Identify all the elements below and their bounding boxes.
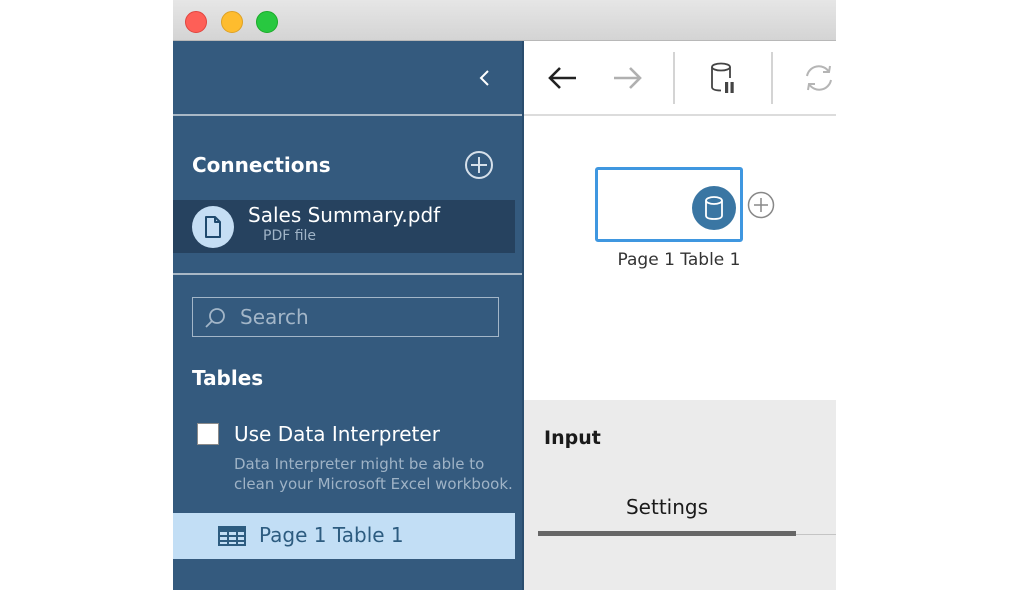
connection-icon-badge <box>192 206 234 248</box>
refresh-button[interactable] <box>802 61 836 95</box>
flow-canvas[interactable]: Page 1 Table 1 <box>524 116 836 400</box>
tab-settings[interactable]: Settings <box>538 495 796 519</box>
refresh-icon <box>806 65 832 91</box>
table-list-item[interactable]: Page 1 Table 1 <box>173 513 515 559</box>
close-window-button[interactable] <box>185 11 207 33</box>
chevron-left-icon <box>479 70 489 86</box>
title-bar <box>173 0 836 41</box>
back-button[interactable] <box>546 61 580 95</box>
tab-bar-line <box>796 534 836 535</box>
node-icon-badge <box>692 186 736 230</box>
arrow-right-icon <box>614 67 642 89</box>
add-connection-button[interactable] <box>464 150 494 180</box>
file-icon <box>205 216 221 238</box>
plus-circle-icon <box>747 191 775 219</box>
input-panel: Input Settings <box>524 400 836 590</box>
toolbar <box>524 41 836 115</box>
zoom-window-button[interactable] <box>256 11 278 33</box>
collapse-sidebar-button[interactable] <box>475 63 495 93</box>
sidebar-divider <box>173 114 522 116</box>
flow-node-input[interactable] <box>595 167 743 242</box>
toolbar-separator <box>673 52 675 104</box>
search-icon <box>205 308 225 328</box>
add-step-button[interactable] <box>747 191 775 219</box>
minimize-window-button[interactable] <box>221 11 243 33</box>
database-icon <box>705 196 723 220</box>
sidebar: Connections Sales Summary.pdf PDF file S… <box>173 41 522 590</box>
pause-data-updates-button[interactable] <box>706 61 740 95</box>
data-interpreter-checkbox[interactable] <box>197 423 219 445</box>
data-interpreter-label[interactable]: Use Data Interpreter <box>234 422 440 446</box>
table-name: Page 1 Table 1 <box>259 523 404 547</box>
panel-title: Input <box>544 427 601 449</box>
search-box[interactable] <box>192 297 499 337</box>
data-interpreter-description: Data Interpreter might be able to clean … <box>234 455 513 493</box>
connection-item[interactable]: Sales Summary.pdf PDF file <box>173 200 515 253</box>
active-tab-indicator <box>538 531 796 536</box>
toolbar-separator <box>771 52 773 104</box>
database-pause-icon <box>711 62 734 93</box>
sidebar-divider <box>173 273 522 275</box>
connection-type: PDF file <box>263 228 317 244</box>
search-input[interactable] <box>240 303 490 331</box>
connection-name: Sales Summary.pdf <box>248 203 441 227</box>
arrow-left-icon <box>548 67 576 89</box>
connections-heading: Connections <box>192 153 331 177</box>
flow-node-label: Page 1 Table 1 <box>617 250 741 270</box>
plus-circle-icon <box>465 151 493 179</box>
app-window: Connections Sales Summary.pdf PDF file S… <box>173 0 836 590</box>
tables-heading: Tables <box>192 366 264 390</box>
table-grid-icon <box>218 526 246 546</box>
forward-button[interactable] <box>610 61 644 95</box>
